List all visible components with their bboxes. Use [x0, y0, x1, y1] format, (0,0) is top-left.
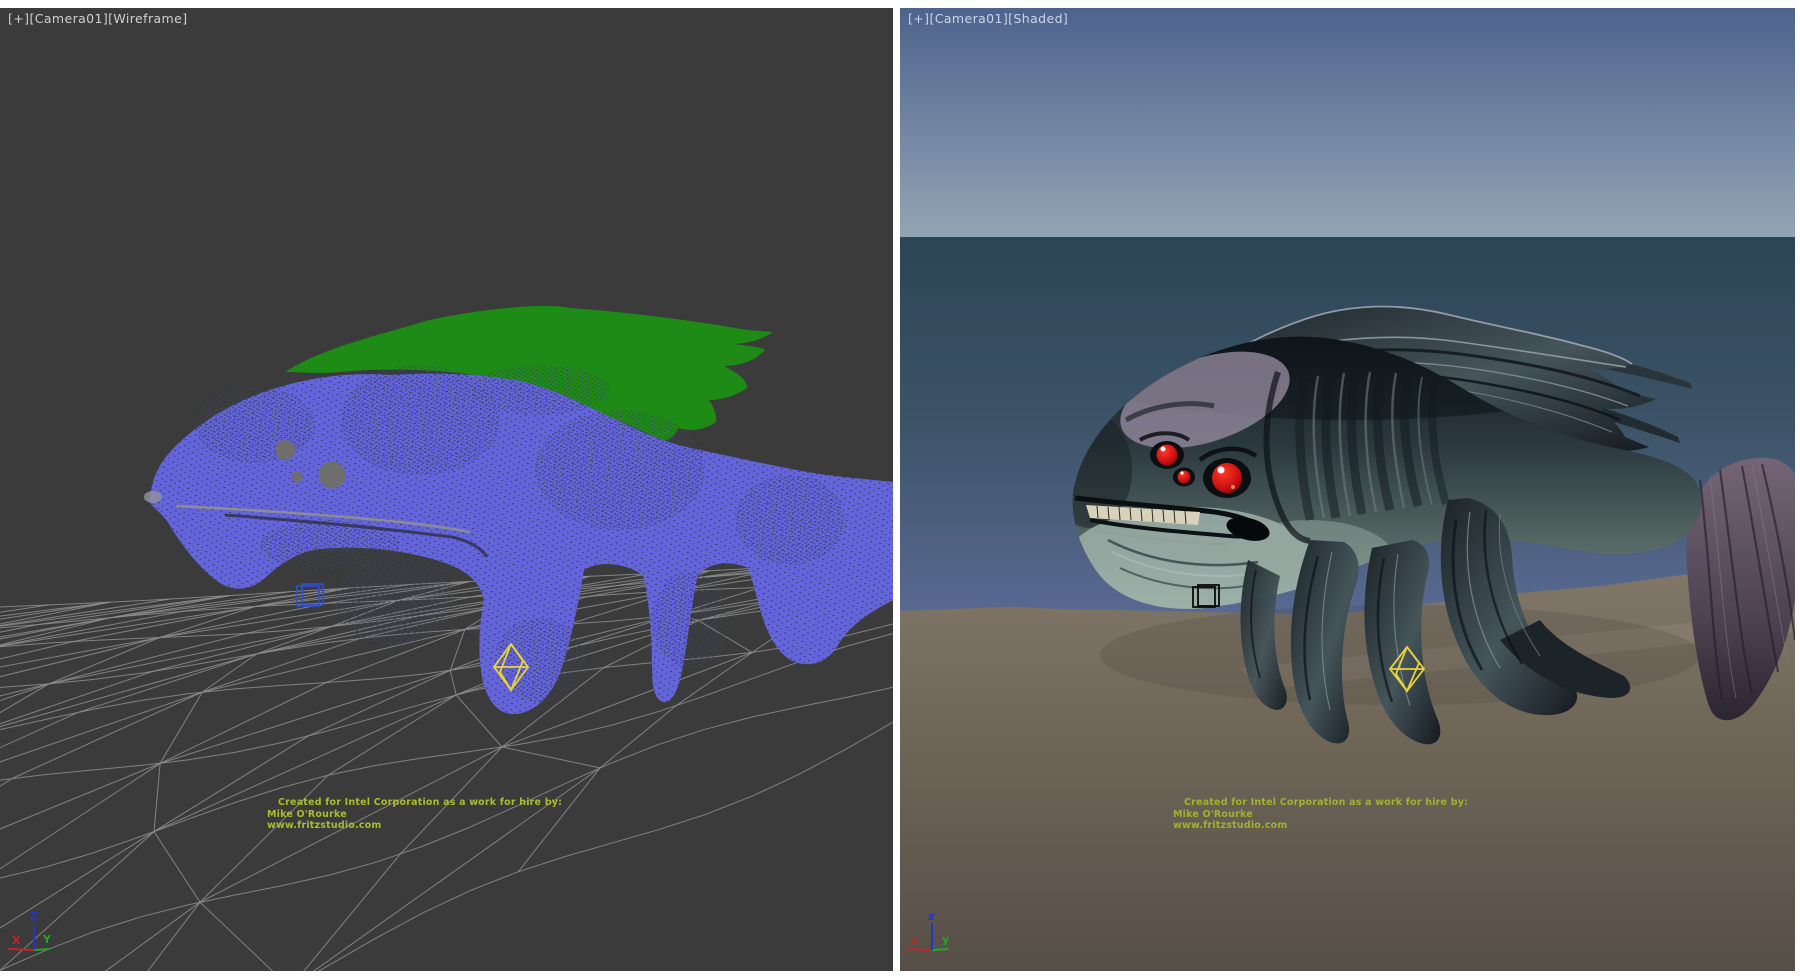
viewport-label: [+][Camera01][Shaded] [908, 11, 1068, 26]
scene-watermark-text: Created for Intel Corporation as a work … [1173, 797, 1468, 832]
world-axis-tripod: x y z [902, 908, 966, 966]
viewport-menu-camera[interactable]: [Camera01] [29, 11, 108, 26]
viewport-shaded[interactable]: [+][Camera01][Shaded] [900, 8, 1795, 971]
axis-y-label: y [942, 933, 949, 946]
world-axis-tripod: X Y Z [2, 908, 66, 966]
dual-viewport-canvas: [+][Camera01][Wireframe] [0, 0, 1800, 978]
viewport-wireframe[interactable]: [+][Camera01][Wireframe] [0, 8, 893, 971]
viewport-menu-shading[interactable]: [Wireframe] [108, 11, 187, 26]
sky [900, 8, 1795, 237]
axis-z-label: z [928, 910, 934, 923]
viewport-menu-camera[interactable]: [Camera01] [929, 11, 1008, 26]
viewport-menu-general[interactable]: [+] [8, 11, 29, 26]
axis-z-label: Z [30, 910, 38, 923]
fish-snout [144, 491, 162, 503]
axis-x-label: X [12, 934, 21, 947]
viewport-label: [+][Camera01][Wireframe] [8, 11, 188, 26]
axis-x-label: x [911, 934, 918, 947]
viewport-menu-general[interactable]: [+] [908, 11, 929, 26]
scene-watermark-text: Created for Intel Corporation as a work … [267, 797, 562, 832]
viewport-menu-shading[interactable]: [Shaded] [1008, 11, 1068, 26]
axis-y-label: Y [42, 933, 52, 946]
